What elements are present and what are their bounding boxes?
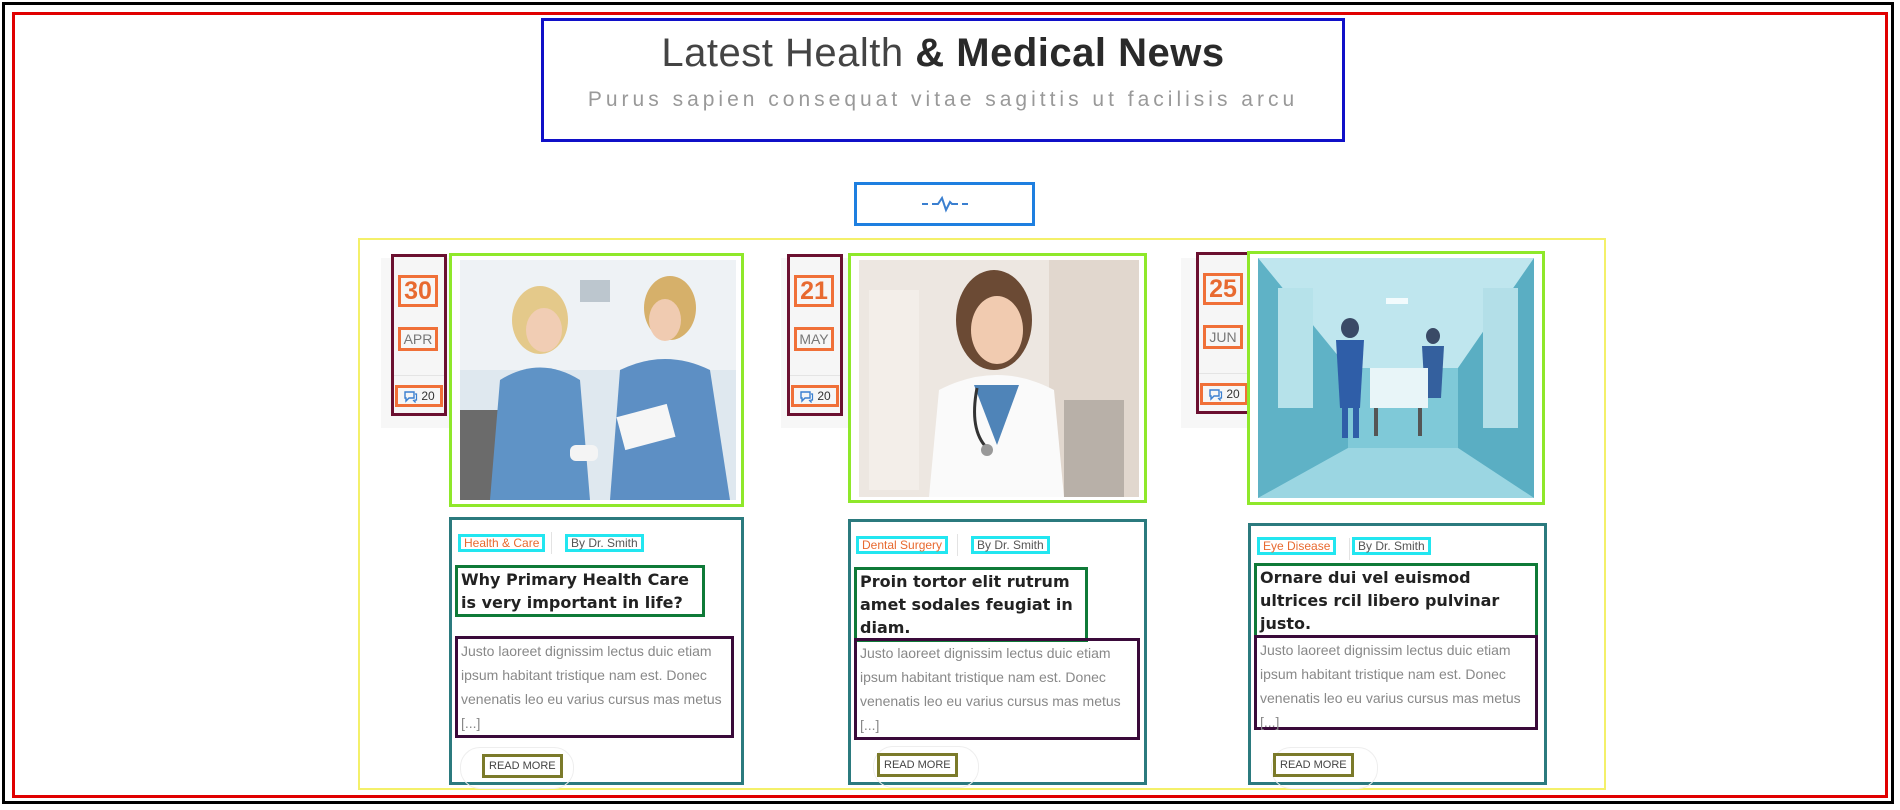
post-author[interactable]: By Dr. Smith	[565, 534, 644, 552]
section-divider	[854, 182, 1035, 226]
post-category[interactable]: Dental Surgery	[856, 536, 949, 554]
post-author[interactable]: By Dr. Smith	[1352, 537, 1431, 555]
post-category[interactable]: Health & Care	[458, 534, 546, 552]
hospital-corridor-photo	[1258, 258, 1534, 498]
title-bold: & Medical News	[915, 31, 1225, 75]
post-day: 30	[398, 275, 438, 307]
meta-divider	[1349, 538, 1350, 560]
read-more-button[interactable]: READ MORE	[482, 754, 563, 778]
comment-count[interactable]: 20	[395, 385, 443, 407]
comment-count[interactable]: 20	[791, 385, 839, 407]
post-image[interactable]	[449, 253, 744, 507]
post-category[interactable]: Eye Disease	[1257, 537, 1337, 555]
comment-count-value: 20	[421, 389, 435, 403]
post-card: Dental Surgery By Dr. Smith Proin tortor…	[848, 519, 1147, 788]
post-headline[interactable]: Proin tortor elit rutrum amet sodales fe…	[854, 567, 1088, 642]
post-headline[interactable]: Ornare dui vel euismod ultrices rcil lib…	[1254, 563, 1538, 638]
post-excerpt: Justo laoreet dignissim lectus duic etia…	[1254, 635, 1538, 730]
post-author[interactable]: By Dr. Smith	[971, 536, 1050, 554]
comment-count[interactable]: 20	[1200, 383, 1248, 405]
title-light: Latest Health	[661, 31, 904, 75]
read-more-button[interactable]: READ MORE	[877, 753, 958, 777]
post-date: 25 JUN 20	[1196, 252, 1252, 414]
post-month: APR	[398, 327, 438, 351]
page-subtitle: Purus sapien consequat vitae sagittis ut…	[587, 88, 1299, 111]
nurses-with-clipboard-photo	[460, 260, 736, 500]
comment-icon	[800, 390, 814, 403]
post-excerpt: Justo laoreet dignissim lectus duic etia…	[854, 638, 1140, 740]
post-card: Eye Disease By Dr. Smith Ornare dui vel …	[1248, 523, 1547, 789]
post-date: 21 MAY 20	[787, 254, 843, 416]
date-separator	[1199, 373, 1249, 374]
meta-divider	[551, 532, 552, 554]
post-excerpt: Justo laoreet dignissim lectus duic etia…	[455, 636, 734, 738]
page-title: Latest Health & Medical News	[544, 31, 1342, 76]
female-doctor-photo	[859, 260, 1139, 497]
section-header: Latest Health & Medical News Purus sapie…	[541, 18, 1345, 142]
comment-count-value: 20	[1226, 387, 1240, 401]
heartbeat-icon	[921, 195, 968, 213]
comment-icon	[1209, 388, 1223, 401]
post-day: 25	[1203, 273, 1243, 305]
post-month: MAY	[794, 327, 834, 351]
post-day: 21	[794, 275, 834, 307]
read-more-button[interactable]: READ MORE	[1273, 753, 1354, 777]
meta-divider	[957, 534, 958, 556]
post-image[interactable]	[1247, 251, 1545, 505]
post-card: Health & Care By Dr. Smith Why Primary H…	[449, 517, 744, 789]
post-month: JUN	[1203, 325, 1243, 349]
date-separator	[790, 375, 840, 376]
post-headline[interactable]: Why Primary Health Care is very importan…	[455, 565, 705, 617]
date-separator	[394, 375, 444, 376]
post-date: 30 APR 20	[391, 254, 447, 416]
comment-count-value: 20	[817, 389, 831, 403]
comment-icon	[404, 390, 418, 403]
post-image[interactable]	[848, 253, 1147, 503]
